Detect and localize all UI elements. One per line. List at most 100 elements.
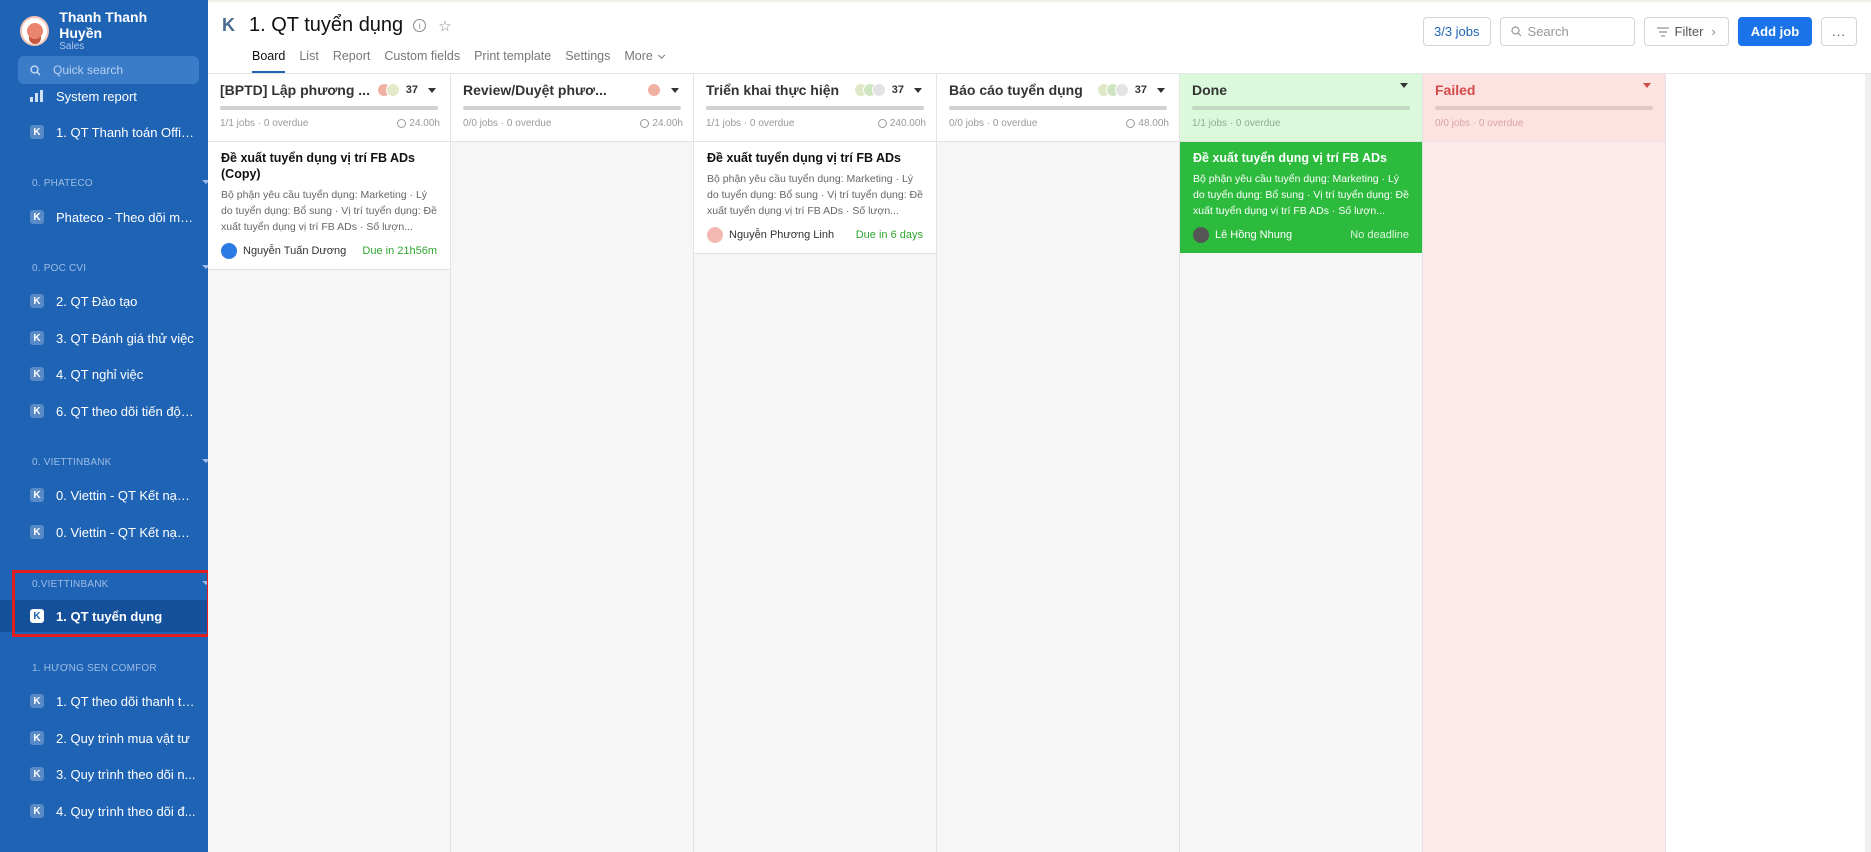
column-hours: 24.00h [409,118,440,129]
clock-icon [640,119,650,128]
sidebar-item-system-report[interactable]: System report [0,80,208,112]
assignee-avatar [221,243,237,259]
progress-bar [463,106,681,110]
progress-bar [706,106,924,110]
avatar [20,16,50,46]
job-card[interactable]: Đề xuất tuyển dụng vị trí FB ADs Bộ phận… [694,142,936,254]
board-column: Triển khai thực hiện 37 1/1 jobs · 0 ove… [694,74,937,852]
tab-custom-fields[interactable]: Custom fields [384,49,460,73]
sidebar-item-nghi-viec[interactable]: K 4. QT nghỉ việc [0,358,208,390]
sidebar: Thanh Thanh Huyền Sales Quick search Sys… [0,0,208,852]
sidebar-item-label: Phateco - Theo dõi mu... [56,209,196,225]
chevron-down-icon[interactable] [1643,83,1651,88]
sidebar-item-huong-sen-1[interactable]: K 1. QT theo dõi thanh to... [0,685,208,717]
process-icon: K [30,210,44,224]
search-placeholder: Search [1527,24,1569,39]
progress-bar [1192,106,1410,110]
sidebar-item-huong-sen-2[interactable]: K 2. Quy trình mua vật tư [0,722,208,754]
sidebar-group-title[interactable]: 0. VIETTINBANK [32,457,208,468]
search-icon [1510,26,1521,37]
info-icon[interactable]: i [413,19,427,32]
tab-board[interactable]: Board [252,49,286,73]
job-card[interactable]: Đề xuất tuyển dụng vị trí FB ADs (Copy) … [208,142,450,270]
job-card[interactable]: Đề xuất tuyển dụng vị trí FB ADs Bộ phận… [1180,142,1422,253]
avatar-count: 37 [1134,84,1147,96]
bar-chart-icon [30,90,44,102]
sidebar-group-title[interactable]: 0. PHATECO [32,178,208,189]
sidebar-item-label: 1. QT theo dõi thanh to... [56,693,196,709]
sidebar-item-label: 3. QT Đánh giá thử việc [56,330,194,346]
chevron-down-icon[interactable] [1157,87,1165,93]
process-icon: K [30,694,44,708]
process-icon: K [30,488,44,502]
process-icon: K [30,367,44,381]
column-hours: 24.00h [652,118,683,129]
sidebar-item-huong-sen-4[interactable]: K 4. Quy trình theo dõi đ... [0,795,208,827]
column-title: Failed [1435,82,1476,98]
card-assignee: Lê Hồng Nhung [1215,229,1293,241]
sidebar-item-viettin-2[interactable]: K 0. Viettin - QT Kết nạp ... [0,516,208,548]
user-profile[interactable]: Thanh Thanh Huyền Sales [0,0,208,52]
process-icon: K [30,731,44,745]
clock-icon [1126,119,1136,128]
search-input[interactable]: Search [1499,17,1635,46]
scrollbar[interactable] [1865,74,1871,852]
column-header[interactable]: Triển khai thực hiện 37 1/1 jobs · 0 ove… [694,74,936,142]
card-description: Bộ phận yêu cầu tuyển dụng: Marketing · … [707,173,923,217]
assignee-avatar [1193,227,1209,243]
search-icon [30,64,41,75]
card-title: Đề xuất tuyển dụng vị trí FB ADs [1193,151,1388,165]
sidebar-item-label: 6. QT theo dõi tiến độ s... [56,403,196,419]
sidebar-group-title[interactable]: 1. HƯƠNG SEN COMFOR [32,663,157,674]
assignee-avatars[interactable] [1096,83,1129,97]
chevron-down-icon[interactable] [1400,83,1408,88]
column-meta: 0/0 jobs · 0 overdue [949,118,1038,129]
tab-settings[interactable]: Settings [565,49,610,73]
kanban-board: [BPTD] Lập phương ... 37 1/1 jobs · 0 ov… [208,74,1666,852]
chevron-down-icon[interactable] [671,87,679,93]
column-title: Done [1192,82,1227,98]
sidebar-item-qt-thanh-toan[interactable]: K 1. QT Thanh toán Official [0,116,208,148]
process-icon: K [30,404,44,418]
filter-button[interactable]: Filter › [1643,17,1729,46]
jobs-count-button[interactable]: 3/3 jobs [1422,17,1491,46]
user-name: Thanh Thanh Huyền [59,9,148,41]
column-header[interactable]: Review/Duyệt phươ... 0/0 jobs · 0 overdu… [451,74,693,142]
sidebar-item-phateco[interactable]: K Phateco - Theo dõi mu... [0,201,208,233]
sidebar-group-title[interactable]: 0. POC CVI [32,263,208,274]
assignee-avatars[interactable] [853,83,886,97]
board-column: Báo cáo tuyển dụng 37 0/0 jobs · 0 overd… [937,74,1180,852]
sidebar-item-viettin-1[interactable]: K 0. Viettin - QT Kết nạp ... [0,479,208,511]
chevron-right-icon: › [1711,24,1716,39]
tab-list[interactable]: List [299,49,318,73]
tab-report[interactable]: Report [333,49,371,73]
sidebar-item-huong-sen-3[interactable]: K 3. Quy trình theo dõi n... [0,758,208,790]
column-header[interactable]: Báo cáo tuyển dụng 37 0/0 jobs · 0 overd… [937,74,1179,142]
column-header[interactable]: Done 1/1 jobs · 0 overdue [1180,74,1422,142]
sidebar-item-label: 3. Quy trình theo dõi n... [56,766,196,782]
process-icon: K [30,525,44,539]
page-header: K 1. QT tuyển dụng i ☆ Board List Report… [208,0,1871,74]
assignee-avatars[interactable] [376,83,400,97]
filter-icon [1656,27,1669,36]
page-title: 1. QT tuyển dụng [249,14,404,36]
chevron-down-icon[interactable] [428,87,436,93]
column-meta: 1/1 jobs · 0 overdue [706,118,795,129]
star-icon[interactable]: ☆ [438,17,451,35]
more-options-button[interactable]: ... [1821,17,1857,46]
tab-more[interactable]: More [624,49,661,73]
chevron-down-icon[interactable] [914,87,922,93]
sidebar-item-label: 0. Viettin - QT Kết nạp ... [56,524,196,540]
tab-print-template[interactable]: Print template [474,49,551,73]
process-icon: K [30,125,44,139]
sidebar-item-danh-gia[interactable]: K 3. QT Đánh giá thử việc [0,322,208,354]
column-header[interactable]: [BPTD] Lập phương ... 37 1/1 jobs · 0 ov… [208,74,450,142]
add-job-button[interactable]: Add job [1737,17,1813,46]
column-header[interactable]: Failed 0/0 jobs · 0 overdue [1423,74,1665,142]
board-column-failed: Failed 0/0 jobs · 0 overdue [1423,74,1666,852]
sidebar-item-label: 2. Quy trình mua vật tư [56,730,190,746]
column-meta: 1/1 jobs · 0 overdue [220,118,309,129]
sidebar-item-tien-do[interactable]: K 6. QT theo dõi tiến độ s... [0,395,208,427]
sidebar-item-dao-tao[interactable]: K 2. QT Đào tạo [0,285,208,317]
assignee-avatars[interactable] [647,83,661,97]
